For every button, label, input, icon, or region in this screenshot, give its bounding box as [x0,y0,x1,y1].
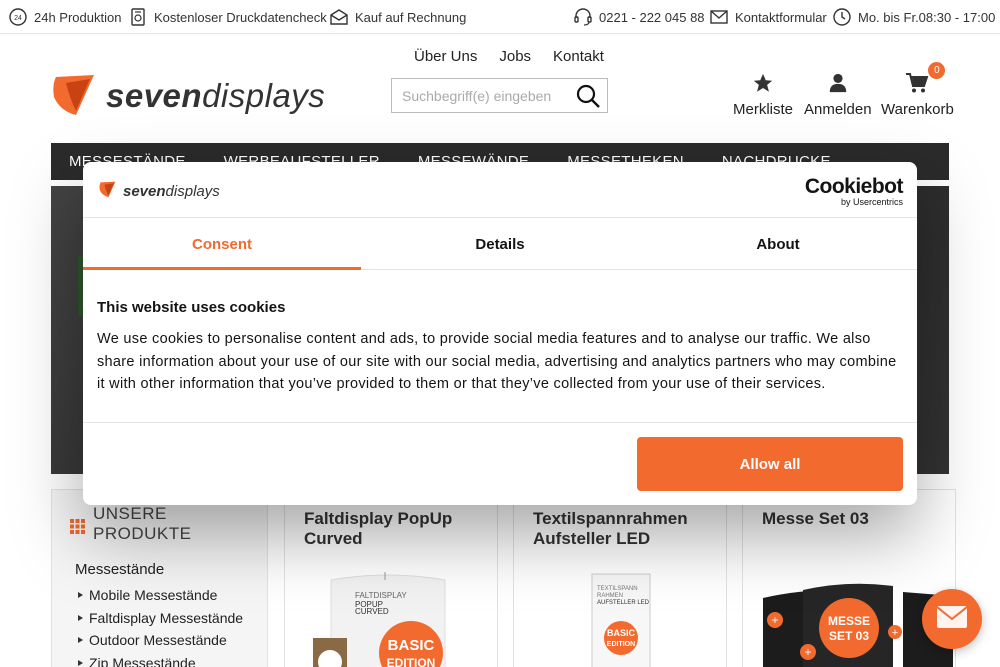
svg-text:+: + [771,613,778,627]
product-card[interactable]: Textilspannrahmen Aufsteller LED TEXTILS… [513,489,727,667]
cookiebot-logo[interactable]: Cookiebot by Usercentrics [804,175,904,207]
product-title[interactable]: Messe Set 03 [762,509,947,529]
tab-consent[interactable]: Consent [83,219,361,270]
product-image: FALTDISPLAY POPUP CURVED BASIC EDITION [313,568,463,667]
sidebar-item-faltdisplay[interactable]: Faltdisplay Messestände [78,607,243,630]
svg-text:MESSE: MESSE [828,614,870,628]
product-card[interactable]: Messe Set 03 + + MESSE SET 03 + [742,489,956,667]
sidebar-heading-line1: UNSERE [93,504,167,523]
login-label: Anmelden [804,101,872,118]
svg-text:BASIC: BASIC [388,637,435,654]
invoice-text: Kauf auf Rechnung [355,9,467,25]
product-image: TEXTILSPANN RAHMEN AUFSTELLER LED BASIC … [584,572,664,667]
top-info-bar: 24 24h Produktion Kostenloser Druckdaten… [0,0,1000,34]
svg-text:CURVED: CURVED [355,607,389,616]
phone-info[interactable]: 0221 - 222 045 88 [573,7,705,27]
phone-text[interactable]: 0221 - 222 045 88 [599,10,705,25]
search-input[interactable] [402,87,572,104]
chat-button[interactable] [922,589,982,649]
consent-body: This website uses cookies We use cookies… [97,299,903,396]
cookiebot-brand: Cookiebot [804,175,904,198]
wishlist-button[interactable]: Merkliste [733,72,793,118]
consent-divider [83,422,917,423]
cart-icon: 0 [905,62,946,98]
cart-button[interactable]: 0 Warenkorb [881,62,954,118]
product-title[interactable]: Faltdisplay PopUp Curved [304,509,489,549]
cookie-consent-dialog: sevendisplays Cookiebot by Usercentrics … [83,162,917,505]
logo-mark-icon [97,180,119,202]
cart-count-badge: 0 [928,62,946,79]
contact-text[interactable]: Kontaktformular [735,10,827,25]
svg-text:EDITION: EDITION [607,641,635,648]
production-info: 24 24h Produktion [8,7,121,27]
consent-text: We use cookies to personalise content an… [97,331,897,392]
sidebar-item-label: Mobile Messestände [89,587,218,604]
sidebar-item-outdoor[interactable]: Outdoor Messestände [78,629,243,652]
contact-form-link[interactable]: Kontaktformular [709,7,827,27]
search-box [391,78,608,113]
cart-label: Warenkorb [881,101,954,118]
invoice-info: Kauf auf Rechnung [329,7,466,27]
product-title[interactable]: Textilspannrahmen Aufsteller LED [533,509,718,549]
sidebar-item-label: Outdoor Messestände [89,632,227,649]
document-check-icon [128,7,148,27]
allow-all-button[interactable]: Allow all [637,437,903,491]
contact-link[interactable]: Kontakt [553,48,604,65]
consent-title: This website uses cookies [97,299,286,316]
check-info: Kostenloser Druckdatencheck [128,7,327,27]
logo-mark-icon [50,71,100,122]
sidebar-item-mobile[interactable]: Mobile Messestände [78,584,243,607]
consent-tabs: Consent Details About [83,219,917,270]
clock-24-icon: 24 [8,7,28,27]
product-sidebar: UNSERE PRODUKTE Messestände Mobile Messes… [51,489,268,667]
search-icon[interactable] [575,83,601,114]
headset-icon [573,7,593,27]
tab-details[interactable]: Details [361,219,639,269]
sidebar-heading-line2: PRODUKTE [93,524,192,543]
svg-text:24: 24 [14,15,22,22]
svg-text:+: + [804,645,811,659]
grid-icon [70,519,85,539]
hours-info: Mo. bis Fr.08:30 - 17:00 [832,7,995,27]
hours-text: Mo. bis Fr.08:30 - 17:00 [858,9,996,25]
consent-header: sevendisplays Cookiebot by Usercentrics [83,162,917,218]
clock-icon [832,7,852,27]
sidebar-heading: UNSERE PRODUKTE [70,504,191,544]
logo-wordmark: sevendisplays [106,77,326,114]
svg-text:EDITION: EDITION [387,656,436,667]
tab-about[interactable]: About [639,219,917,269]
svg-text:RAHMEN: RAHMEN [597,593,623,599]
sidebar-item-label: Faltdisplay Messestände [89,609,244,626]
login-button[interactable]: Anmelden [804,72,872,118]
user-icon [827,73,849,98]
consent-logo-bold: seven [123,182,166,200]
svg-text:BASIC: BASIC [607,628,636,638]
check-text: Kostenloser Druckdatencheck [154,9,327,25]
svg-text:FALTDISPLAY: FALTDISPLAY [355,591,407,600]
sidebar-category[interactable]: Messestände [75,561,164,578]
jobs-link[interactable]: Jobs [499,48,531,65]
about-link[interactable]: Über Uns [414,48,477,65]
mail-open-icon [329,7,349,27]
svg-text:TEXTILSPANN: TEXTILSPANN [597,586,638,592]
svg-text:AUFSTELLER LED: AUFSTELLER LED [597,600,650,606]
sidebar-item-zip[interactable]: Zip Messestände [78,652,243,667]
wishlist-label: Merkliste [733,101,794,118]
site-logo[interactable]: sevendisplays [50,71,330,121]
star-icon [752,73,774,98]
consent-logo-light: displays [165,182,220,200]
envelope-icon [709,7,729,27]
sidebar-item-label: Zip Messestände [89,654,196,667]
product-card[interactable]: Faltdisplay PopUp Curved FALTDISPLAY POP… [284,489,498,667]
sidebar-list: Mobile Messestände Faltdisplay Messestän… [78,584,243,667]
envelope-icon [936,605,968,634]
svg-text:SET 03: SET 03 [829,629,869,643]
production-text: 24h Produktion [34,9,122,25]
consent-site-logo: sevendisplays [97,180,220,202]
header-links: Über Uns Jobs Kontakt [414,48,604,65]
svg-text:+: + [892,627,898,639]
cookiebot-sub: by Usercentrics [840,197,903,207]
